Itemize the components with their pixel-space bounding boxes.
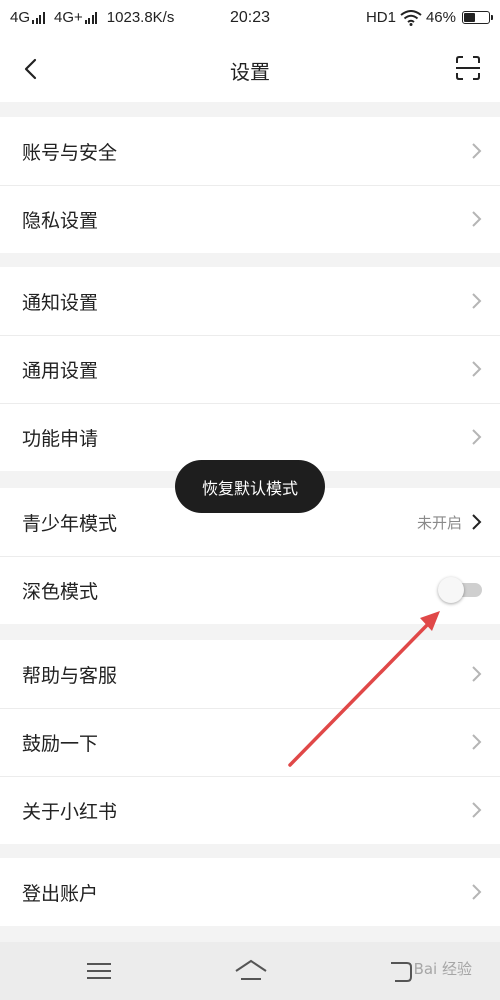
settings-item-label: 功能申请 (22, 427, 99, 450)
hd-indicator: HD1 (365, 9, 396, 26)
chevron-right-icon (472, 211, 482, 227)
settings-item-logout[interactable]: 登出账户 (0, 858, 500, 926)
home-icon[interactable] (233, 957, 269, 985)
settings-item-notifications[interactable]: 通知设置 (0, 267, 500, 335)
watermark-text: Bai 经验 (413, 960, 472, 978)
settings-item-help[interactable]: 帮助与客服 (0, 640, 500, 708)
settings-item-label: 关于小红书 (22, 800, 118, 823)
settings-group-general: 通知设置 通用设置 功能申请 (0, 267, 500, 471)
chevron-right-icon (472, 293, 482, 309)
settings-group-support: 帮助与客服 鼓励一下 关于小红书 (0, 640, 500, 844)
settings-item-label: 鼓励一下 (22, 732, 99, 755)
chevron-right-icon (472, 802, 482, 818)
toggle-knob (438, 577, 464, 603)
toast: 恢复默认模式 (175, 460, 325, 513)
settings-item-privacy[interactable]: 隐私设置 (0, 185, 500, 253)
battery-icon (462, 11, 493, 24)
settings-item-label: 帮助与客服 (22, 664, 118, 687)
wifi-icon (400, 9, 422, 26)
settings-item-label: 隐私设置 (22, 209, 99, 232)
page-title: 设置 (230, 60, 270, 84)
settings-item-label: 青少年模式 (22, 512, 118, 535)
chevron-right-icon (472, 429, 482, 445)
chevron-right-icon (472, 734, 482, 750)
settings-group-logout: 登出账户 (0, 858, 500, 926)
chevron-right-icon (472, 361, 482, 377)
teen-mode-status: 未开启 (416, 513, 462, 532)
settings-item-general[interactable]: 通用设置 (0, 335, 500, 403)
settings-item-label: 账号与安全 (22, 141, 118, 164)
settings-item-account-security[interactable]: 账号与安全 (0, 117, 500, 185)
menu-icon[interactable] (84, 957, 114, 985)
settings-item-about[interactable]: 关于小红书 (0, 776, 500, 844)
battery-percent: 46% (425, 9, 456, 26)
chevron-right-icon (472, 884, 482, 900)
settings-item-label: 通用设置 (22, 359, 99, 382)
back-nav-icon[interactable] (385, 957, 415, 985)
chevron-right-icon (472, 514, 482, 530)
navigation-bar: Bai 经验 (0, 942, 500, 1000)
scan-icon[interactable] (454, 54, 482, 82)
chevron-right-icon (472, 143, 482, 159)
settings-item-encourage[interactable]: 鼓励一下 (0, 708, 500, 776)
header: 设置 (0, 36, 500, 102)
chevron-right-icon (472, 666, 482, 682)
battery-fill (464, 13, 475, 22)
status-right: HD1 46% (365, 9, 493, 26)
settings-item-label: 通知设置 (22, 291, 99, 314)
settings-item-dark-mode: 深色模式 (0, 556, 500, 624)
settings-item-label: 深色模式 (22, 580, 99, 603)
settings-group-account: 账号与安全 隐私设置 (0, 117, 500, 253)
status-bar: 4G 4G+ 1023.8K/s 20:23 HD1 46% (0, 0, 500, 36)
dark-mode-toggle[interactable] (438, 577, 482, 603)
settings-item-label: 登出账户 (22, 882, 99, 905)
